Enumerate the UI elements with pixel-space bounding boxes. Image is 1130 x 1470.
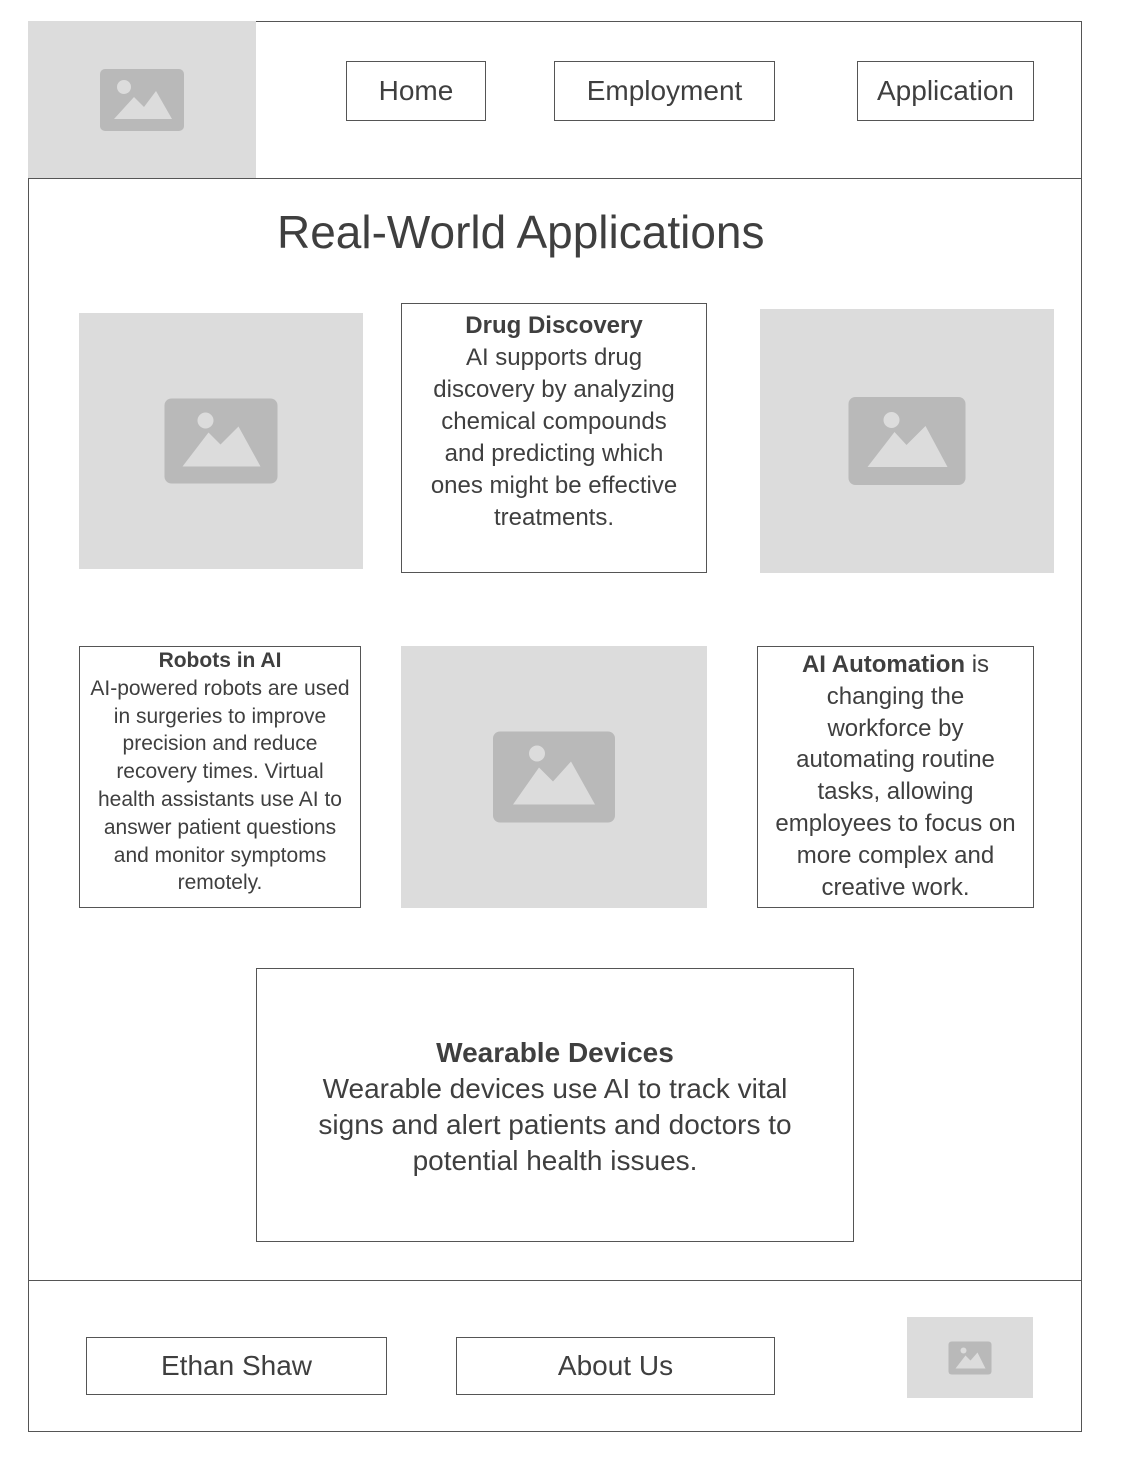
robots-card: Robots in AI AI-powered robots are used … bbox=[79, 646, 361, 908]
image-placeholder-icon bbox=[948, 1341, 992, 1374]
card-text: is changing the workforce by automating … bbox=[775, 651, 1016, 901]
card-heading: Robots in AI bbox=[158, 649, 282, 672]
image-placeholder-icon bbox=[493, 731, 615, 823]
nav-application-button[interactable]: Application bbox=[857, 61, 1034, 121]
page-title: Real-World Applications bbox=[277, 206, 765, 258]
card-heading: Wearable Devices bbox=[436, 1037, 674, 1068]
image-placeholder bbox=[760, 309, 1054, 573]
drug-discovery-card: Drug Discovery AI supports drug discover… bbox=[401, 303, 707, 573]
card-heading: Drug Discovery bbox=[465, 312, 643, 339]
ai-automation-card: AI Automation is changing the workforce … bbox=[757, 646, 1034, 908]
card-text: Wearable devices use AI to track vital s… bbox=[318, 1073, 792, 1176]
card-heading: AI Automation bbox=[801, 651, 966, 678]
image-placeholder bbox=[401, 646, 707, 908]
nav-home-button[interactable]: Home bbox=[346, 61, 486, 121]
wearable-devices-card: Wearable Devices Wearable devices use AI… bbox=[256, 968, 854, 1242]
header-logo[interactable] bbox=[28, 21, 256, 178]
image-placeholder bbox=[79, 313, 363, 569]
header-divider bbox=[28, 178, 1082, 179]
footer-logo[interactable] bbox=[907, 1317, 1033, 1398]
image-placeholder-icon bbox=[100, 68, 184, 131]
image-placeholder-icon bbox=[164, 398, 278, 484]
nav-employment-button[interactable]: Employment bbox=[554, 61, 775, 121]
card-text: AI supports drug discovery by analyzing … bbox=[430, 344, 678, 531]
image-placeholder-icon bbox=[848, 397, 966, 485]
card-text: AI-powered robots are used in surgeries … bbox=[90, 676, 350, 895]
about-us-link[interactable]: About Us bbox=[456, 1337, 775, 1395]
author-link[interactable]: Ethan Shaw bbox=[86, 1337, 387, 1395]
footer-divider bbox=[28, 1280, 1082, 1281]
